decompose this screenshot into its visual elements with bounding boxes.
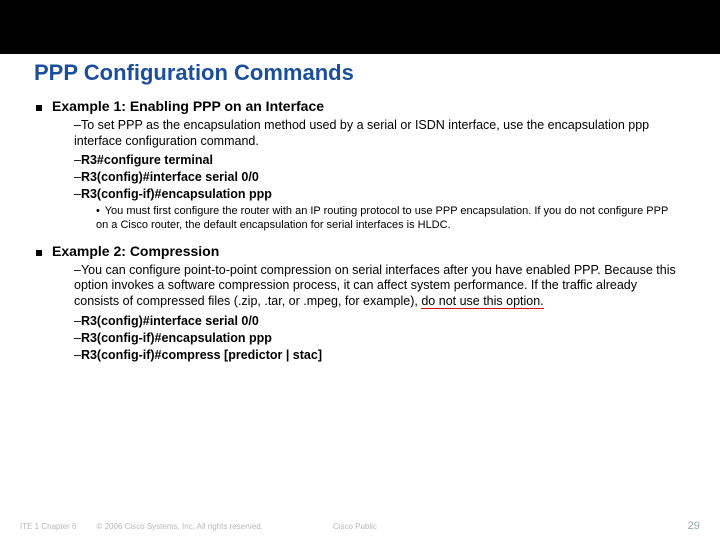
example2-cmd2: –R3(config-if)#encapsulation ppp bbox=[74, 331, 676, 345]
example1-cmd2: –R3(config)#interface serial 0/0 bbox=[74, 170, 676, 184]
slide-content: PPP Configuration Commands Example 1: En… bbox=[0, 54, 720, 362]
cmd-text: R3#configure terminal bbox=[81, 153, 213, 167]
slide-title: PPP Configuration Commands bbox=[34, 60, 686, 86]
example2-cmd3: –R3(config-if)#compress [predictor | sta… bbox=[74, 348, 676, 362]
footer-left: ITE 1 Chapter 6 bbox=[20, 522, 76, 531]
example1-cmd1: –R3#configure terminal bbox=[74, 153, 676, 167]
bullet-icon bbox=[36, 250, 42, 256]
example2-heading: Example 2: Compression bbox=[52, 243, 219, 259]
footer: ITE 1 Chapter 6 © 2006 Cisco Systems, In… bbox=[0, 520, 720, 532]
dot-icon: • bbox=[96, 205, 100, 219]
example2-intro: –You can configure point-to-point compre… bbox=[74, 263, 676, 310]
example2-body: –You can configure point-to-point compre… bbox=[74, 263, 676, 362]
intro-pre: –You can configure point-to-point compre… bbox=[74, 263, 676, 308]
note-text: You must first configure the router with… bbox=[96, 205, 668, 231]
example1-note: • You must first configure the router wi… bbox=[96, 205, 676, 233]
example2-cmd1: –R3(config)#interface serial 0/0 bbox=[74, 314, 676, 328]
example1-cmd3: –R3(config-if)#encapsulation ppp bbox=[74, 187, 676, 201]
example1-heading-row: Example 1: Enabling PPP on an Interface bbox=[36, 98, 686, 114]
top-black-bar bbox=[0, 0, 720, 54]
cmd-text: R3(config)#interface serial 0/0 bbox=[81, 314, 259, 328]
example1-heading: Example 1: Enabling PPP on an Interface bbox=[52, 98, 324, 114]
page-number: 29 bbox=[688, 520, 700, 532]
example1-note-block: • You must first configure the router wi… bbox=[96, 205, 676, 233]
example1-intro: –To set PPP as the encapsulation method … bbox=[74, 118, 676, 149]
intro-underlined: do not use this option. bbox=[421, 294, 543, 309]
example2-heading-row: Example 2: Compression bbox=[36, 243, 686, 259]
bullet-icon bbox=[36, 105, 42, 111]
example1-body: –To set PPP as the encapsulation method … bbox=[74, 118, 676, 201]
cmd-text: R3(config-if)#encapsulation ppp bbox=[81, 331, 272, 345]
cmd-text: R3(config)#interface serial 0/0 bbox=[81, 170, 259, 184]
cmd-text: R3(config-if)#compress [predictor | stac… bbox=[81, 348, 322, 362]
footer-copyright: © 2006 Cisco Systems, Inc. All rights re… bbox=[96, 522, 262, 531]
footer-public: Cisco Public bbox=[333, 522, 377, 531]
cmd-text: R3(config-if)#encapsulation ppp bbox=[81, 187, 272, 201]
